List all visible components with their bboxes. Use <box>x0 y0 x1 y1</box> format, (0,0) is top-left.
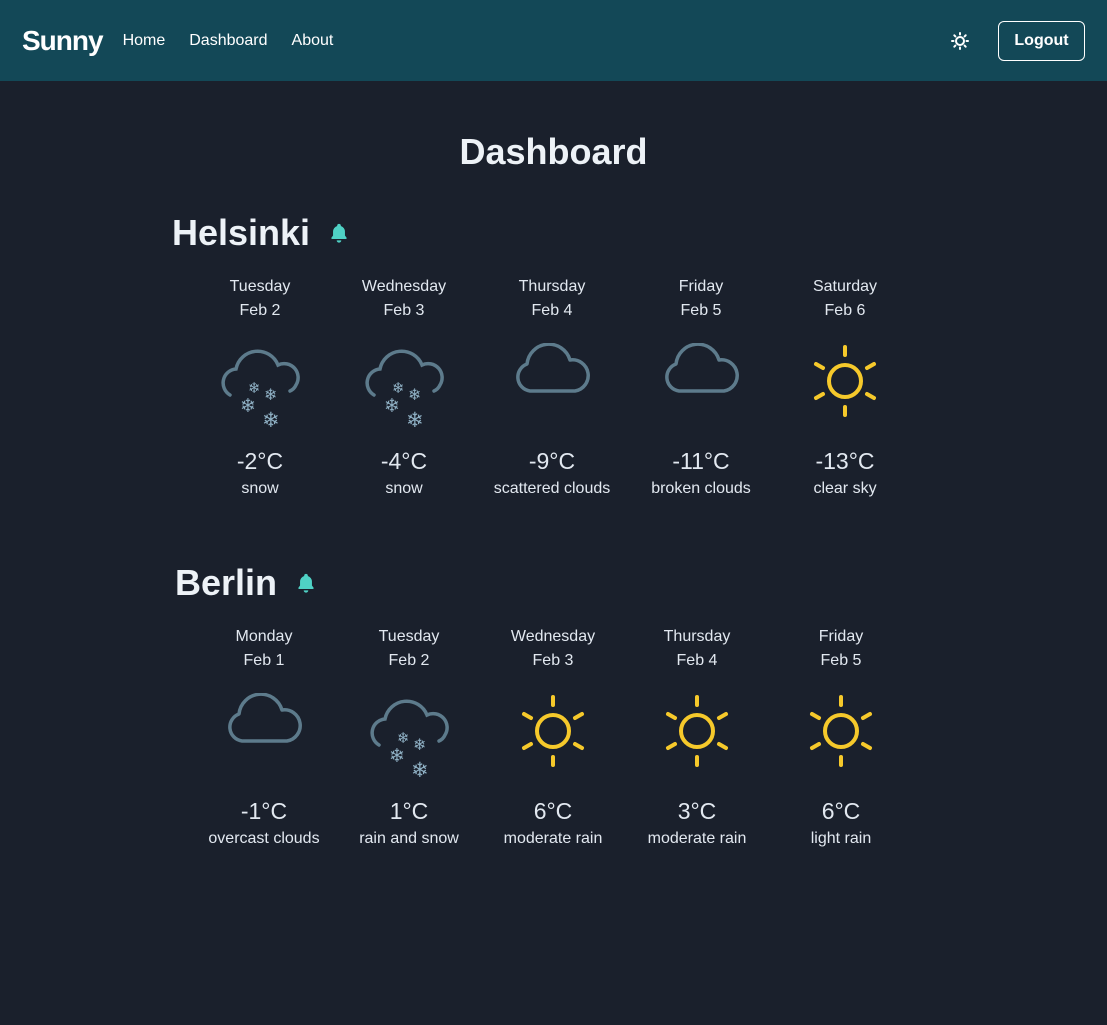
svg-text:❄: ❄ <box>411 758 429 779</box>
svg-text:❄: ❄ <box>413 735 426 754</box>
forecast-day: Monday Feb 1 -1°C overcast clouds <box>194 625 334 850</box>
day-date: Feb 4 <box>676 652 718 669</box>
svg-text:❄: ❄ <box>240 395 256 417</box>
day-date: Feb 3 <box>532 652 574 669</box>
day-date: Feb 2 <box>388 652 430 669</box>
logout-button[interactable]: Logout <box>998 20 1085 61</box>
weather-description: light rain <box>810 830 872 847</box>
day-date: Feb 6 <box>824 302 866 319</box>
weather-description: rain and snow <box>359 830 459 847</box>
snow-icon: ❄ ❄ ❄ ❄ <box>365 349 444 429</box>
city-header: Berlin <box>175 561 1107 605</box>
svg-text:❄: ❄ <box>389 745 405 767</box>
forecast-day: Saturday Feb 6 -13°C clear sky <box>775 275 915 500</box>
nav-link-home[interactable]: Home <box>123 32 166 50</box>
day-name: Wednesday <box>361 278 447 295</box>
svg-text:❄: ❄ <box>264 385 277 404</box>
day-date: Feb 5 <box>680 302 722 319</box>
sun-icon <box>814 345 876 417</box>
day-date: Feb 1 <box>243 652 285 669</box>
bell-icon[interactable] <box>295 572 317 594</box>
temperature: -13°C <box>815 448 875 474</box>
navbar: Sunny Home Dashboard About Logout <box>0 0 1107 81</box>
day-date: Feb 4 <box>531 302 573 319</box>
sun-icon <box>810 695 872 767</box>
temperature: -1°C <box>240 798 288 824</box>
forecast-day: Wednesday Feb 3 6°C moderate rain <box>483 625 623 850</box>
temperature: -4°C <box>380 448 428 474</box>
svg-text:❄: ❄ <box>384 395 400 417</box>
svg-text:❄: ❄ <box>408 385 421 404</box>
day-date: Feb 2 <box>239 302 281 319</box>
forecast-row: Monday Feb 1 -1°C overcast clouds Tuesda… <box>0 625 1107 855</box>
weather-description: snow <box>385 480 423 497</box>
page-title: Dashboard <box>459 131 648 172</box>
weather-description: broken clouds <box>651 480 751 497</box>
day-name: Friday <box>818 628 864 645</box>
sun-icon <box>666 695 728 767</box>
navbar-actions: Logout <box>948 20 1085 61</box>
svg-text:❄: ❄ <box>406 408 424 429</box>
weather-description: moderate rain <box>503 830 603 847</box>
day-date: Feb 5 <box>820 652 862 669</box>
svg-text:❄: ❄ <box>262 408 280 429</box>
forecast-day: Thursday Feb 4 3°C moderate rain <box>627 625 767 850</box>
day-date: Feb 3 <box>383 302 425 319</box>
city-section-helsinki: Helsinki Tuesday Feb 2 ❄ ❄ ❄ ❄ -2°C snow… <box>0 211 1107 505</box>
temperature: 6°C <box>821 798 861 824</box>
temperature: 6°C <box>533 798 573 824</box>
city-section-berlin: Berlin Monday Feb 1 -1°C overcast clouds… <box>0 561 1107 855</box>
forecast-day: Tuesday Feb 2 ❄ ❄ ❄ ❄ 1°C rain and snow <box>339 625 479 850</box>
day-name: Monday <box>235 628 293 645</box>
temperature: -11°C <box>672 448 730 474</box>
nav-link-about[interactable]: About <box>292 32 334 50</box>
weather-description: snow <box>241 480 279 497</box>
weather-description: moderate rain <box>647 830 747 847</box>
weather-description: overcast clouds <box>208 830 320 847</box>
bell-icon[interactable] <box>328 222 350 244</box>
weather-description: clear sky <box>813 480 877 497</box>
day-name: Tuesday <box>378 628 440 645</box>
day-name: Saturday <box>812 278 878 295</box>
brand-logo[interactable]: Sunny <box>22 25 104 57</box>
day-name: Wednesday <box>510 628 596 645</box>
city-name: Berlin <box>175 562 278 603</box>
theme-toggle-sun-icon[interactable] <box>948 29 972 53</box>
snow-icon: ❄ ❄ ❄ ❄ <box>370 699 449 779</box>
forecast-day: Friday Feb 5 -11°C broken clouds <box>631 275 771 500</box>
city-name: Helsinki <box>172 212 311 253</box>
forecast-day: Thursday Feb 4 -9°C scattered clouds <box>482 275 622 500</box>
day-name: Thursday <box>518 278 586 295</box>
temperature: 1°C <box>389 798 429 824</box>
sun-icon <box>522 695 584 767</box>
day-name: Tuesday <box>229 278 291 295</box>
city-header: Helsinki <box>172 211 1107 255</box>
weather-description: scattered clouds <box>493 480 611 497</box>
cloud-icon <box>228 693 302 743</box>
temperature: -2°C <box>236 448 284 474</box>
cloud-icon <box>516 343 590 393</box>
forecast-day: Friday Feb 5 6°C light rain <box>771 625 911 850</box>
nav-link-dashboard[interactable]: Dashboard <box>189 32 267 50</box>
temperature: 3°C <box>677 798 717 824</box>
day-name: Thursday <box>663 628 731 645</box>
day-name: Friday <box>678 278 724 295</box>
forecast-day: Tuesday Feb 2 ❄ ❄ ❄ ❄ -2°C snow <box>190 275 330 500</box>
forecast-row: Tuesday Feb 2 ❄ ❄ ❄ ❄ -2°C snow Wednesda… <box>0 275 1107 505</box>
cloud-icon <box>665 343 739 393</box>
forecast-day: Wednesday Feb 3 ❄ ❄ ❄ ❄ -4°C snow <box>334 275 474 500</box>
snow-icon: ❄ ❄ ❄ ❄ <box>221 349 300 429</box>
temperature: -9°C <box>528 448 576 474</box>
